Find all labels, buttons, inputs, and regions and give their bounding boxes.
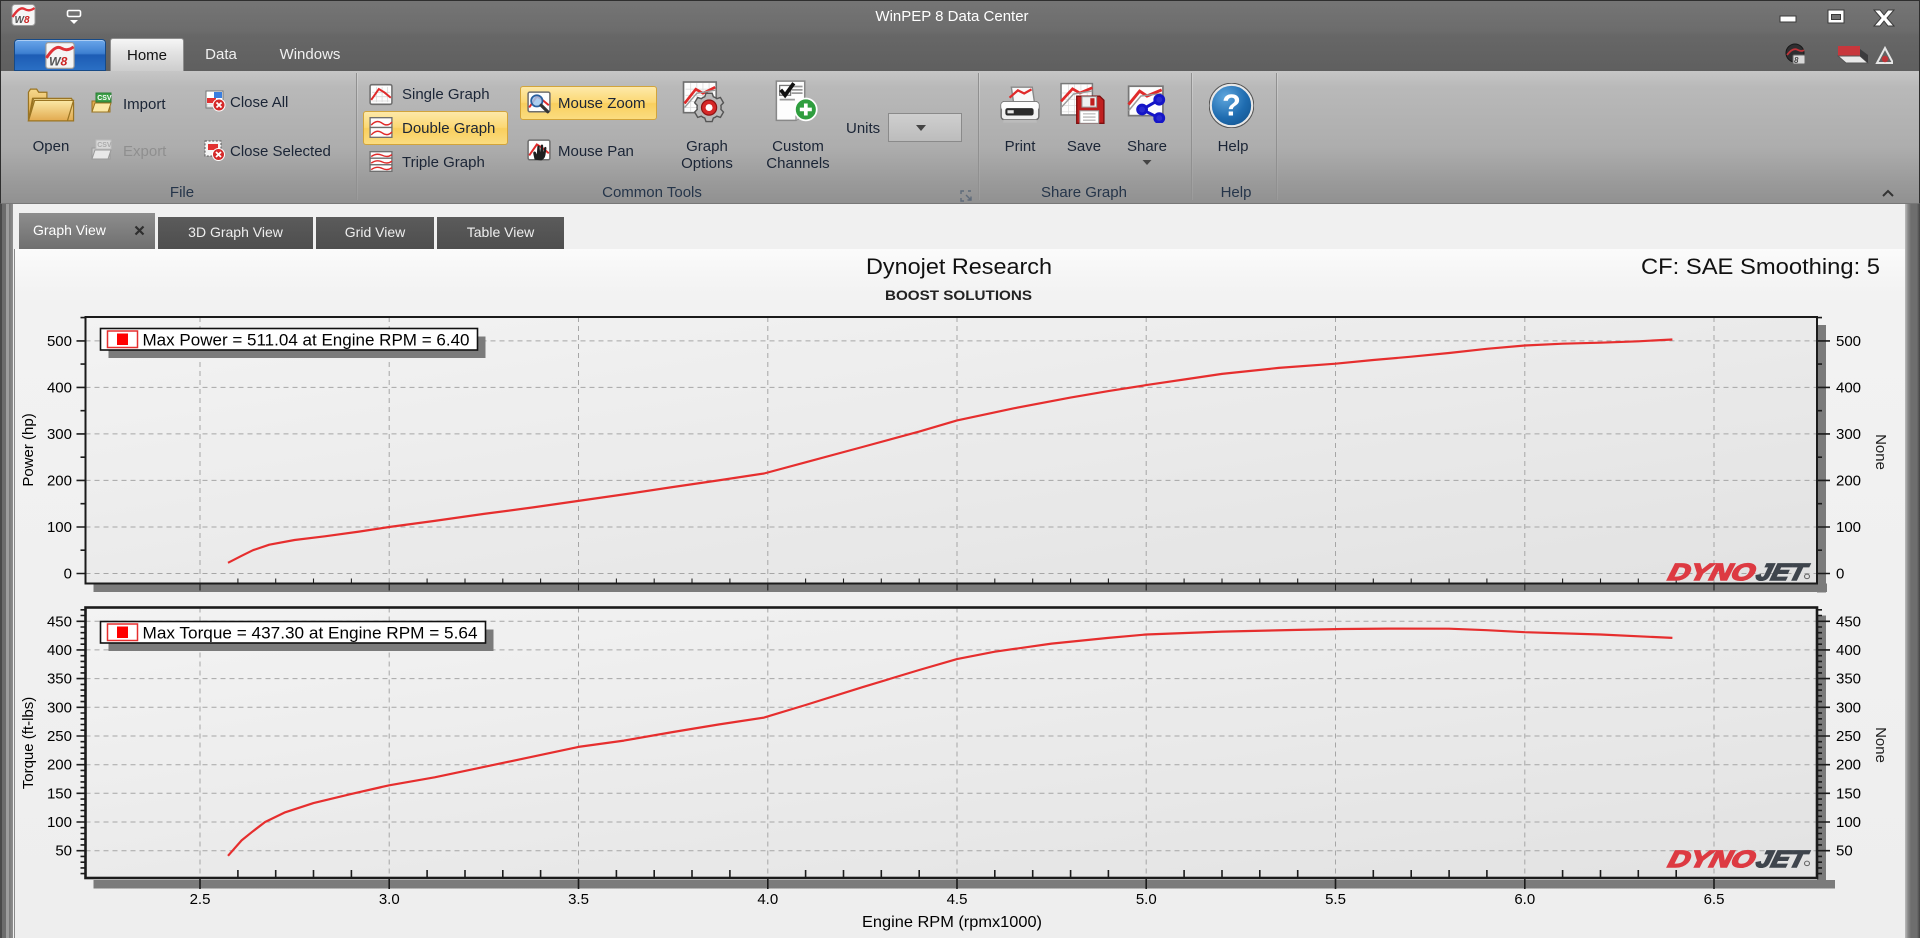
svg-text:400: 400 [1836, 642, 1861, 659]
svg-text:450: 450 [47, 613, 72, 630]
svg-text:400: 400 [47, 379, 72, 396]
svg-text:3.5: 3.5 [568, 891, 589, 908]
svg-text:CF: SAE Smoothing: 5: CF: SAE Smoothing: 5 [1641, 254, 1880, 279]
svg-text:200: 200 [47, 472, 72, 489]
svg-text:6.0: 6.0 [1514, 891, 1535, 908]
svg-text:150: 150 [1836, 785, 1861, 802]
svg-text:Max Torque = 437.30 at Engine: Max Torque = 437.30 at Engine RPM = 5.64 [143, 624, 478, 642]
svg-text:200: 200 [1836, 472, 1861, 489]
svg-text:200: 200 [47, 757, 72, 774]
svg-text:450: 450 [1836, 613, 1861, 630]
svg-text:100: 100 [1836, 519, 1861, 536]
svg-text:300: 300 [1836, 699, 1861, 716]
svg-text:BOOST SOLUTIONS: BOOST SOLUTIONS [885, 288, 1032, 303]
svg-text:0: 0 [64, 566, 72, 583]
svg-text:0: 0 [1836, 566, 1844, 583]
svg-text:Max Power = 511.04 at Engine R: Max Power = 511.04 at Engine RPM = 6.40 [143, 331, 470, 349]
svg-text:Power (hp): Power (hp) [20, 413, 37, 486]
svg-text:150: 150 [47, 785, 72, 802]
svg-text:JET: JET [1754, 559, 1813, 585]
svg-text:3.0: 3.0 [379, 891, 400, 908]
svg-text:50: 50 [55, 843, 72, 860]
svg-text:2.5: 2.5 [190, 891, 211, 908]
svg-text:300: 300 [47, 426, 72, 443]
svg-text:4.0: 4.0 [757, 891, 778, 908]
svg-text:50: 50 [1836, 843, 1853, 860]
svg-text:Engine RPM (rpmx1000): Engine RPM (rpmx1000) [862, 914, 1042, 931]
svg-text:JET: JET [1754, 846, 1813, 872]
svg-text:350: 350 [1836, 671, 1861, 688]
svg-text:300: 300 [47, 699, 72, 716]
svg-text:100: 100 [1836, 814, 1861, 831]
svg-text:500: 500 [1836, 333, 1861, 350]
svg-text:Dynojet Research: Dynojet Research [866, 254, 1052, 279]
svg-text:300: 300 [1836, 426, 1861, 443]
svg-text:None: None [1872, 727, 1889, 763]
svg-text:200: 200 [1836, 757, 1861, 774]
svg-text:500: 500 [47, 333, 72, 350]
svg-text:250: 250 [47, 728, 72, 745]
svg-text:None: None [1872, 434, 1889, 470]
svg-text:DYNO: DYNO [1666, 846, 1759, 872]
svg-text:400: 400 [1836, 379, 1861, 396]
svg-text:100: 100 [47, 519, 72, 536]
svg-text:400: 400 [47, 642, 72, 659]
svg-text:6.5: 6.5 [1704, 891, 1725, 908]
svg-text:4.5: 4.5 [947, 891, 968, 908]
svg-text:100: 100 [47, 814, 72, 831]
svg-text:350: 350 [47, 671, 72, 688]
svg-text:Torque (ft-lbs): Torque (ft-lbs) [20, 697, 37, 790]
svg-text:5.0: 5.0 [1136, 891, 1157, 908]
svg-text:DYNO: DYNO [1666, 559, 1759, 585]
svg-text:5.5: 5.5 [1325, 891, 1346, 908]
svg-text:250: 250 [1836, 728, 1861, 745]
